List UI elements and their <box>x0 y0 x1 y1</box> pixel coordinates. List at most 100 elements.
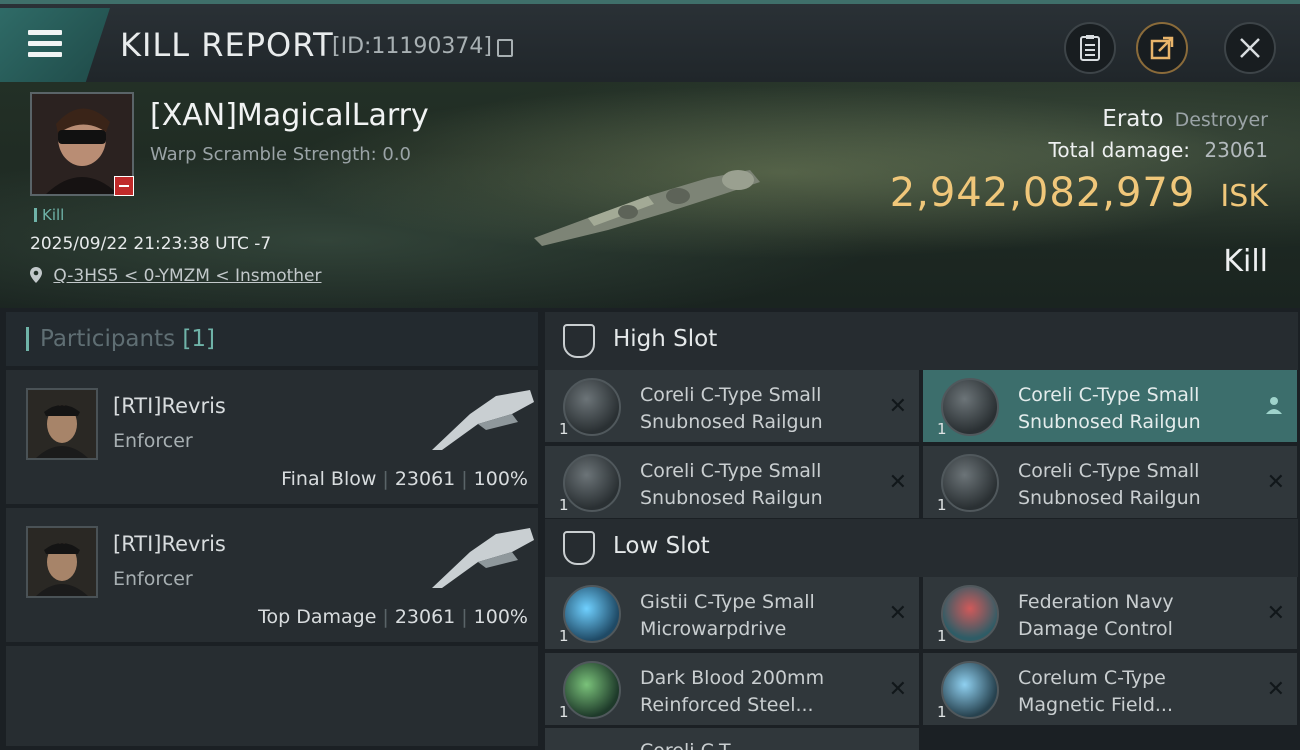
kill-tag: Kill <box>34 206 64 224</box>
participants-count: [1] <box>182 326 216 352</box>
victim-name[interactable]: [XAN]MagicalLarry <box>150 98 429 133</box>
isk-value: 2,942,082,979 <box>889 170 1196 216</box>
location-pin-icon <box>30 267 42 283</box>
close-icon <box>1240 38 1260 58</box>
destroyed-x-icon: ✕ <box>888 394 907 419</box>
fitting-item[interactable]: 1 Coreli C-Type Small Snubnosed Railgun … <box>545 446 919 518</box>
clipboard-button[interactable] <box>1064 22 1116 74</box>
participant-portrait[interactable] <box>26 526 98 598</box>
ship-name[interactable]: Erato <box>1102 106 1163 132</box>
item-name: Dark Blood 200mm Reinforced Steel... <box>640 667 825 716</box>
participant-name[interactable]: [RTI]Revris <box>113 532 226 556</box>
ship-icon <box>432 528 534 588</box>
high-slot-label: High Slot <box>613 326 718 352</box>
participants-label: Participants <box>40 326 176 352</box>
ship-render-icon <box>534 170 760 246</box>
item-name: Gistii C-Type Small Microwarpdrive <box>640 591 815 640</box>
fitting-item[interactable]: 1 Federation Navy Damage Control ✕ <box>923 577 1297 649</box>
railgun-icon <box>941 378 999 436</box>
participant-card[interactable]: [RTI]Revris Enforcer Top Damage | 23061 | 10… <box>6 508 538 642</box>
location-link[interactable]: Q-3HS5 < 0-YMZM < Insmother <box>53 266 321 286</box>
item-name: Coreli C-T... <box>640 740 746 750</box>
participants-empty-area <box>6 646 538 746</box>
copy-icon[interactable] <box>497 39 513 57</box>
item-name: Coreli C-Type Small Snubnosed Railgun <box>640 460 823 509</box>
ship-icon <box>432 390 534 450</box>
participant-damage: 23061 <box>394 468 456 490</box>
destroyed-x-icon: ✕ <box>1266 601 1285 626</box>
item-quantity: 1 <box>937 703 947 721</box>
participant-role: Final Blow <box>281 468 377 490</box>
isk-unit: ISK <box>1220 179 1268 214</box>
item-quantity: 1 <box>559 420 569 438</box>
railgun-icon <box>941 454 999 512</box>
participant-percent: 100% <box>473 606 528 628</box>
page-title: KILL REPORT <box>120 26 334 64</box>
damage-control-icon <box>941 585 999 643</box>
item-quantity: 1 <box>937 627 947 645</box>
ship-info: Erato Destroyer <box>1102 106 1268 132</box>
participant-ship: Enforcer <box>113 430 193 452</box>
destroyed-x-icon: ✕ <box>1266 470 1285 495</box>
kill-location[interactable]: Q-3HS5 < 0-YMZM < Insmother <box>30 266 322 286</box>
close-button[interactable] <box>1224 22 1276 74</box>
item-name: Federation Navy Damage Control <box>1018 591 1174 640</box>
kill-summary-panel: [XAN]MagicalLarry Warp Scramble Strength… <box>0 82 1300 308</box>
kill-id: [ID:11190374] <box>332 34 492 59</box>
item-quantity: 1 <box>559 627 569 645</box>
section-marker <box>26 327 29 351</box>
pilot-avatar-icon <box>28 390 96 458</box>
participant-name[interactable]: [RTI]Revris <box>113 394 226 418</box>
share-icon <box>1150 36 1174 60</box>
microwarpdrive-icon <box>563 585 621 643</box>
railgun-icon <box>563 454 621 512</box>
destroyed-x-icon: ✕ <box>888 677 907 702</box>
total-damage: Total damage: 23061 <box>1049 138 1268 162</box>
isk-value-row: 2,942,082,979 ISK <box>890 170 1268 216</box>
participant-role: Top Damage <box>258 606 377 628</box>
item-quantity: 1 <box>559 703 569 721</box>
participants-title: Participants [1] <box>40 326 215 352</box>
fitting-item[interactable]: 1 Gistii C-Type Small Microwarpdrive ✕ <box>545 577 919 649</box>
destroyed-x-icon: ✕ <box>888 470 907 495</box>
fitting-item-partial[interactable]: Coreli C-T... <box>545 728 919 750</box>
participant-damage: 23061 <box>394 606 456 628</box>
high-slot-header: High Slot <box>545 312 1298 370</box>
item-name: Coreli C-Type Small Snubnosed Railgun <box>1018 384 1201 433</box>
item-quantity: 1 <box>937 496 947 514</box>
high-slot-icon <box>563 324 595 358</box>
fitting-item[interactable]: 1 Corelum C-Type Magnetic Field... ✕ <box>923 653 1297 725</box>
low-slot-label: Low Slot <box>613 533 710 559</box>
hostile-badge-icon <box>114 176 134 196</box>
magnetic-field-stabilizer-icon <box>941 661 999 719</box>
railgun-icon <box>563 378 621 436</box>
item-name: Coreli C-Type Small Snubnosed Railgun <box>640 384 823 433</box>
item-quantity: 1 <box>559 496 569 514</box>
fitting-item[interactable]: 1 Coreli C-Type Small Snubnosed Railgun <box>923 370 1297 442</box>
participant-ship: Enforcer <box>113 568 193 590</box>
user-icon <box>1266 397 1282 414</box>
low-slot-header: Low Slot <box>545 519 1298 577</box>
participant-card[interactable]: [RTI]Revris Enforcer Final Blow | 23061 | 10… <box>6 370 538 504</box>
participant-stats: Final Blow | 23061 | 100% <box>281 468 528 490</box>
share-button[interactable] <box>1136 22 1188 74</box>
fitting-item[interactable]: 1 Coreli C-Type Small Snubnosed Railgun … <box>923 446 1297 518</box>
total-damage-label: Total damage: <box>1048 138 1191 162</box>
fitting-item[interactable]: 1 Dark Blood 200mm Reinforced Steel... ✕ <box>545 653 919 725</box>
clipboard-icon <box>1080 35 1100 61</box>
fitting-item[interactable]: 1 Coreli C-Type Small Snubnosed Railgun … <box>545 370 919 442</box>
ship-class: Destroyer <box>1174 109 1268 131</box>
result-label: Kill <box>1223 244 1268 279</box>
participant-percent: 100% <box>473 468 528 490</box>
menu-button[interactable] <box>0 8 110 82</box>
item-quantity: 1 <box>937 420 947 438</box>
hamburger-menu-icon <box>28 30 62 58</box>
participant-portrait[interactable] <box>26 388 98 460</box>
warp-scramble-strength: Warp Scramble Strength: 0.0 <box>150 144 412 165</box>
total-damage-value: 23061 <box>1204 138 1268 162</box>
destroyed-x-icon: ✕ <box>888 601 907 626</box>
participants-header[interactable]: Participants [1] <box>6 312 538 366</box>
armor-plate-icon <box>563 661 621 719</box>
item-name: Coreli C-Type Small Snubnosed Railgun <box>1018 460 1201 509</box>
low-slot-icon <box>563 531 595 565</box>
